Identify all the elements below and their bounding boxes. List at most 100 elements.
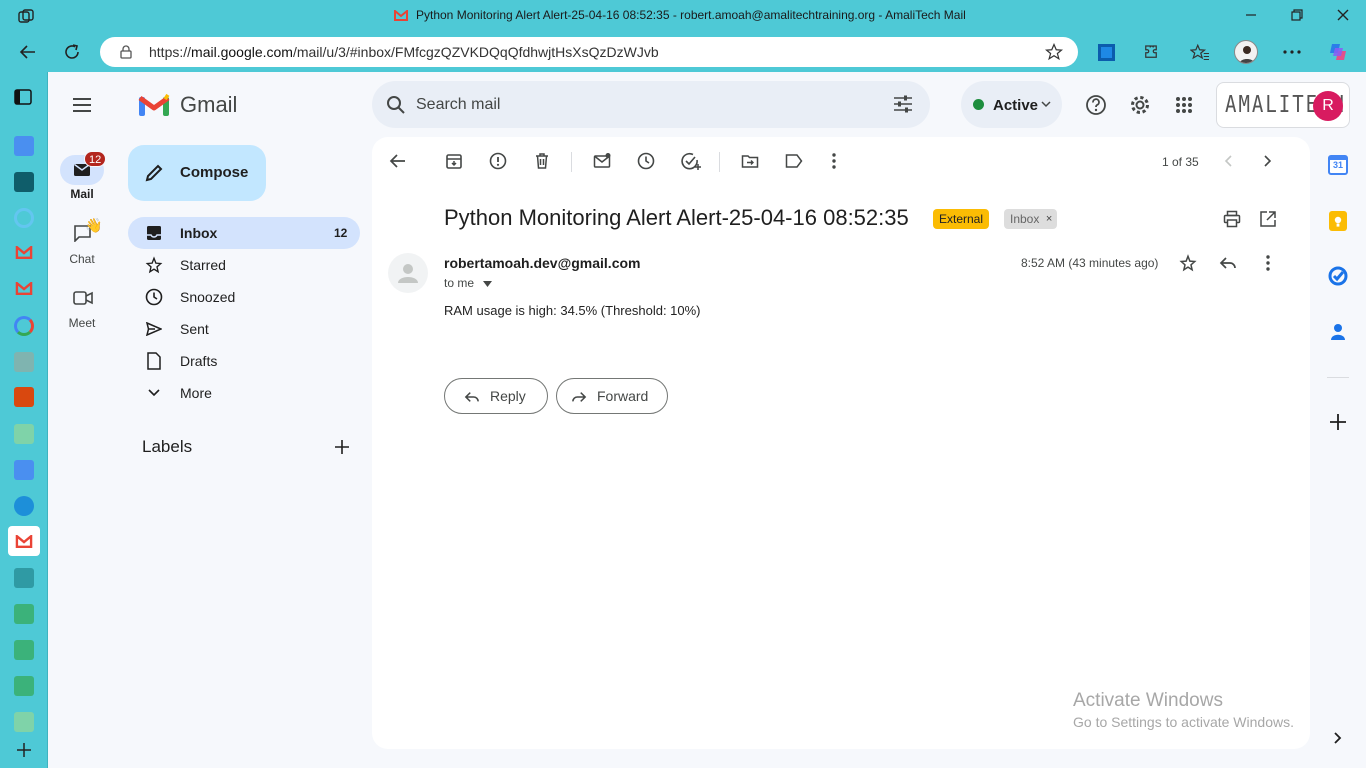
open-new-window-icon[interactable] xyxy=(1259,210,1277,228)
tab-docs-icon[interactable] xyxy=(14,460,34,480)
remove-label-icon[interactable]: × xyxy=(1046,209,1052,229)
extensions-puzzle-icon[interactable] xyxy=(1142,43,1160,61)
tab-sheets-icon[interactable] xyxy=(14,604,34,624)
tab-docs-icon[interactable] xyxy=(14,136,34,156)
activate-windows-subtitle: Go to Settings to activate Windows. xyxy=(1073,714,1294,730)
add-label-icon[interactable] xyxy=(334,439,350,455)
tab-gmail-icon[interactable] xyxy=(15,282,33,295)
send-icon xyxy=(146,322,162,336)
sender-email[interactable]: robertamoah.dev@gmail.com xyxy=(444,255,640,271)
tab-sheets-icon[interactable] xyxy=(14,676,34,696)
window-title: Python Monitoring Alert Alert-25-04-16 0… xyxy=(416,8,966,22)
label-tag-icon[interactable] xyxy=(785,153,803,169)
inbox-label-chip[interactable]: Inbox × xyxy=(1004,209,1058,229)
move-to-icon[interactable] xyxy=(741,152,759,170)
recipient-label: to me xyxy=(444,276,475,290)
url-path: /mail/u/3/#inbox/FMfcgzQZVKDQqQfdhwjtHsX… xyxy=(292,44,659,60)
mark-unread-icon[interactable] xyxy=(593,152,611,170)
older-chevron-right-icon[interactable] xyxy=(1263,155,1273,167)
tab-app-icon[interactable] xyxy=(14,496,34,516)
window-titlebar: Python Monitoring Alert Alert-25-04-16 0… xyxy=(0,0,1366,32)
nav-starred[interactable]: Starred xyxy=(128,249,360,281)
close-window-icon[interactable] xyxy=(1336,8,1350,22)
settings-gear-icon[interactable] xyxy=(1129,94,1151,116)
draft-icon xyxy=(147,352,161,370)
rail-chat-label[interactable]: Chat xyxy=(48,252,116,266)
search-input[interactable]: Search mail xyxy=(416,96,500,114)
profile-avatar-icon[interactable] xyxy=(1234,40,1258,64)
message-more-icon[interactable] xyxy=(1266,255,1270,271)
nav-sent[interactable]: Sent xyxy=(128,313,360,345)
print-icon[interactable] xyxy=(1223,210,1241,228)
new-tab-icon[interactable] xyxy=(15,741,33,759)
extension-icon[interactable] xyxy=(1098,44,1115,61)
email-subject: Python Monitoring Alert Alert-25-04-16 0… xyxy=(444,205,909,230)
nav-drafts[interactable]: Drafts xyxy=(128,345,360,377)
calendar-app-icon[interactable]: 31 xyxy=(1328,155,1348,175)
favorite-star-icon[interactable] xyxy=(1045,43,1063,61)
meet-icon[interactable] xyxy=(73,290,93,306)
rail-meet-label[interactable]: Meet xyxy=(48,316,116,330)
delete-icon[interactable] xyxy=(533,152,551,170)
nav-snoozed[interactable]: Snoozed xyxy=(128,281,360,313)
tab-google-icon[interactable] xyxy=(14,316,34,336)
back-icon[interactable] xyxy=(18,42,38,62)
minimize-icon[interactable] xyxy=(1244,8,1258,22)
tab-gmail-active-icon[interactable] xyxy=(8,526,40,556)
tab-gmail-icon[interactable] xyxy=(15,246,33,259)
restore-icon[interactable] xyxy=(1290,8,1304,22)
favorites-icon[interactable] xyxy=(1190,43,1210,61)
nav-inbox[interactable]: Inbox 12 xyxy=(128,217,360,249)
tab-drive-icon[interactable] xyxy=(14,712,34,732)
workspaces-icon[interactable] xyxy=(17,8,35,26)
tab-package-icon[interactable] xyxy=(14,352,34,372)
tab-google-icon[interactable] xyxy=(14,208,34,228)
forward-button[interactable]: Forward xyxy=(556,378,668,414)
tab-app-icon[interactable] xyxy=(14,387,34,407)
search-icon[interactable] xyxy=(386,95,406,115)
keep-app-icon[interactable] xyxy=(1329,211,1347,231)
recipient-details[interactable]: to me xyxy=(444,276,493,290)
rail-mail-label[interactable]: Mail xyxy=(48,187,116,201)
more-menu-icon[interactable] xyxy=(1283,50,1301,54)
main-menu-icon[interactable] xyxy=(72,96,92,114)
tab-forms-icon[interactable] xyxy=(14,568,34,588)
tab-analytics-icon[interactable] xyxy=(14,172,34,192)
search-options-icon[interactable] xyxy=(893,95,913,113)
more-options-icon[interactable] xyxy=(832,153,836,169)
lock-icon[interactable] xyxy=(118,44,134,60)
refresh-icon[interactable] xyxy=(62,42,82,62)
clock-icon xyxy=(145,288,163,306)
tab-sheets-icon[interactable] xyxy=(14,640,34,660)
star-message-icon[interactable] xyxy=(1179,254,1197,272)
reply-button[interactable]: Reply xyxy=(444,378,548,414)
gmail-logo-icon[interactable] xyxy=(138,93,170,117)
nav-snoozed-label: Snoozed xyxy=(180,289,236,305)
apps-grid-icon[interactable] xyxy=(1175,96,1193,114)
copilot-icon[interactable] xyxy=(1328,41,1350,63)
add-task-icon[interactable] xyxy=(681,152,701,170)
tab-drive-icon[interactable] xyxy=(14,424,34,444)
help-icon[interactable] xyxy=(1085,94,1107,116)
get-addons-icon[interactable] xyxy=(1329,413,1347,431)
account-switcher[interactable]: AMALITECH R xyxy=(1216,82,1350,128)
nav-inbox-label: Inbox xyxy=(180,225,218,241)
archive-icon[interactable] xyxy=(445,152,463,170)
expand-panel-icon[interactable] xyxy=(1333,732,1343,744)
reply-icon[interactable] xyxy=(1219,255,1237,271)
snooze-icon[interactable] xyxy=(637,152,655,170)
report-spam-icon[interactable] xyxy=(489,152,507,170)
compose-button[interactable]: Compose xyxy=(128,145,266,201)
gmail-brand[interactable]: Gmail xyxy=(180,92,237,118)
nav-more[interactable]: More xyxy=(128,377,360,409)
compose-label: Compose xyxy=(180,164,249,181)
avatar-initial: R xyxy=(1322,97,1334,114)
contacts-app-icon[interactable] xyxy=(1330,323,1346,341)
tasks-app-icon[interactable] xyxy=(1328,266,1348,286)
sender-avatar[interactable] xyxy=(388,253,428,293)
tab-actions-icon[interactable] xyxy=(14,88,32,106)
newer-chevron-left-icon[interactable] xyxy=(1223,155,1233,167)
back-to-inbox-icon[interactable] xyxy=(389,152,407,170)
url-text[interactable]: https://mail.google.com/mail/u/3/#inbox/… xyxy=(149,44,659,60)
avatar[interactable]: R xyxy=(1313,91,1343,121)
